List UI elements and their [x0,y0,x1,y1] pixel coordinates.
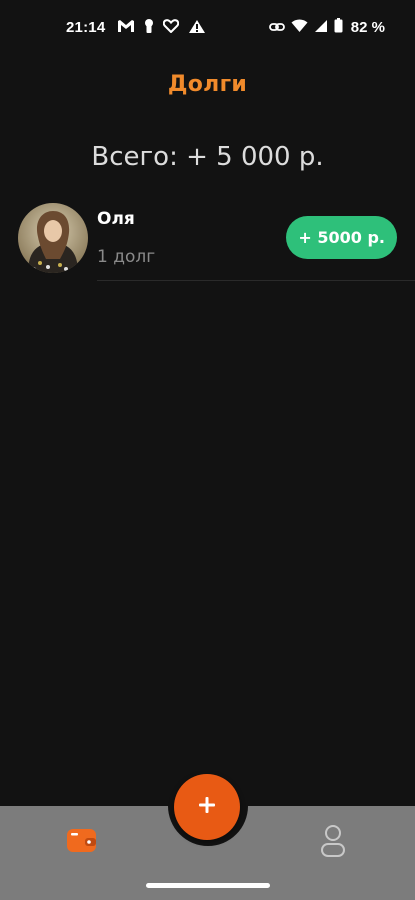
status-time: 21:14 [66,19,106,36]
debt-list-item[interactable]: Оля 1 долг + 5000 р. [0,198,415,282]
divider [97,280,415,281]
wifi-icon [291,19,308,37]
wallet-icon [66,829,98,858]
signal-icon [314,19,328,37]
battery-icon [334,18,343,37]
nav-profile-tab[interactable] [318,824,348,858]
add-debt-button[interactable] [174,774,240,840]
battery-level: 82 % [350,19,385,36]
debt-count: 1 долг [97,247,156,267]
total-balance: Всего: + 5 000 р. [91,142,324,172]
plus-icon [197,795,217,819]
profile-icon [318,825,348,862]
warning-icon [188,19,206,38]
person-name: Оля [97,209,135,229]
page-title: Долги [167,72,248,97]
nav-wallet-tab[interactable] [66,826,98,854]
status-bar: 21:14 82 % [0,0,415,56]
keyhole-icon [144,18,154,38]
status-system-icons: 82 % [268,18,385,37]
amount-badge: + 5000 р. [286,216,397,259]
gmail-icon [117,19,135,37]
avatar [18,203,88,273]
heart-icon [162,19,180,37]
link-icon [268,19,285,36]
status-notification-icons [117,18,206,38]
home-indicator[interactable] [146,883,270,888]
